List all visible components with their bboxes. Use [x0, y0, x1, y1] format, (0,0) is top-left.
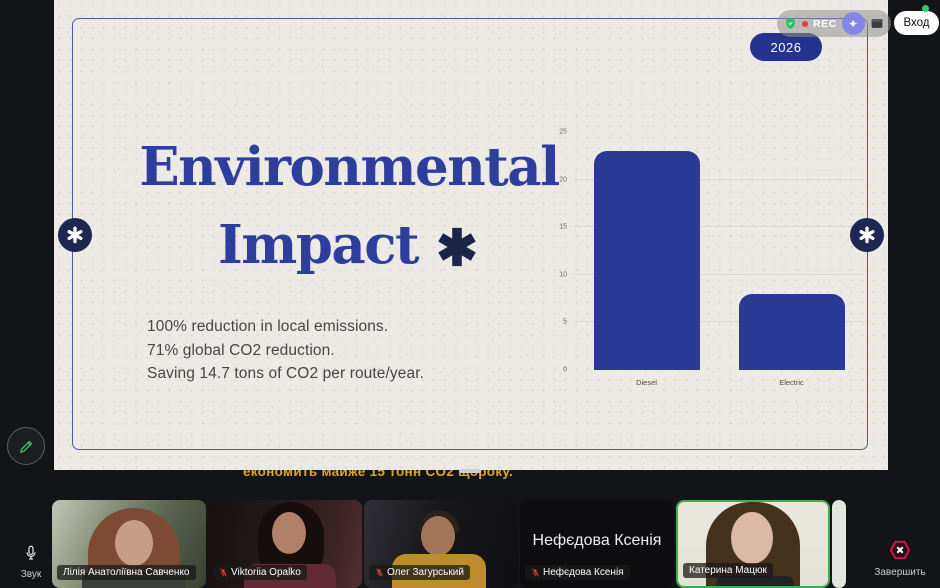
- mic-icon: [26, 545, 36, 560]
- slide-title: Environmental Impact: [82, 128, 616, 285]
- clapperboard-icon[interactable]: [870, 17, 884, 30]
- person-silhouette: [115, 520, 153, 566]
- participant-name-label: Нефєдова Ксенія: [525, 565, 630, 580]
- chart-x-labels: Diesel Electric: [574, 374, 864, 388]
- participant-name-label: Олег Загурський: [369, 565, 470, 580]
- asterisk-medallion-right: [850, 218, 884, 252]
- panel-drag-handle[interactable]: [459, 469, 481, 473]
- participant-tile[interactable]: Олег Загурський: [364, 500, 518, 588]
- year-badge: 2026: [750, 33, 822, 61]
- mic-control[interactable]: Звук: [8, 543, 54, 580]
- video-strip: Лілія Анатоліївна Савченко Viktoriia Opa…: [52, 500, 846, 588]
- mic-label: Звук: [20, 569, 42, 580]
- x-label-electric: Electric: [779, 378, 804, 387]
- participant-tile-partial[interactable]: [832, 500, 846, 588]
- slide-title-line2: Impact: [82, 206, 616, 284]
- sparkle-ai-button[interactable]: ✦: [841, 12, 865, 35]
- bullet-line: Saving 14.7 tons of CO2 per route/year.: [147, 365, 425, 382]
- recording-status-pill: REC ✦: [777, 10, 891, 37]
- login-button[interactable]: Вход: [894, 11, 939, 35]
- meeting-window: 2026 Environmental Impact 100% reduction…: [0, 0, 940, 588]
- shield-icon[interactable]: [784, 17, 797, 30]
- camera-off-display-name: Нефєдова Ксенія: [532, 532, 662, 549]
- asterisk-icon: [859, 226, 875, 244]
- year-badge-label: 2026: [770, 39, 802, 55]
- bullet-line: 71% global CO2 reduction.: [147, 341, 335, 359]
- mic-off-icon: [376, 568, 383, 577]
- participant-tile[interactable]: Лілія Анатоліївна Савченко: [52, 500, 206, 588]
- screen-share-slide: 2026 Environmental Impact 100% reduction…: [54, 0, 888, 470]
- bar-electric: [738, 293, 845, 370]
- rec-label: REC: [813, 17, 837, 30]
- emissions-bar-chart: 0 5 10 15 20 25 Diesel Electric: [550, 124, 872, 388]
- mic-off-icon: [220, 568, 227, 577]
- end-call-label: Завершить: [874, 567, 926, 578]
- x-label-diesel: Diesel: [636, 378, 657, 387]
- person-silhouette: [421, 516, 455, 556]
- participant-tile[interactable]: Нефєдова Ксенія Нефєдова Ксенія: [520, 500, 674, 588]
- bullet-line: 100% reduction in local emissions.: [147, 318, 389, 335]
- participant-name-label: Viktoriia Opalko: [213, 565, 307, 580]
- rec-dot-icon: [802, 20, 808, 27]
- pencil-icon: [19, 440, 32, 453]
- bar-slot: [574, 132, 719, 370]
- participant-tile[interactable]: Viktoriia Opalko: [208, 500, 362, 588]
- person-silhouette: [731, 512, 773, 564]
- bar-diesel: [593, 151, 700, 370]
- annotate-pencil-button[interactable]: [7, 427, 45, 465]
- asterisk-medallion-left: [58, 218, 92, 252]
- asterisk-icon: [67, 226, 83, 244]
- chart-plot: [574, 132, 864, 370]
- bar-slot: [719, 132, 864, 370]
- person-silhouette: [272, 512, 306, 554]
- asterisk-icon: [438, 228, 476, 267]
- slide-bullet-list: 100% reduction in local emissions. 71% g…: [147, 315, 424, 386]
- chart-y-axis: 0 5 10 15 20 25: [559, 128, 567, 374]
- mic-off-icon: [532, 568, 539, 577]
- participant-name-label: Катерина Мацюк: [683, 563, 773, 578]
- connection-status-dot: [922, 5, 929, 12]
- end-call-hexagon-icon: [889, 540, 911, 560]
- participant-tile-active-speaker[interactable]: Катерина Мацюк: [676, 500, 830, 588]
- slide-title-line1: Environmental: [139, 136, 560, 198]
- participant-name-label: Лілія Анатоліївна Савченко: [57, 565, 196, 580]
- end-call-control[interactable]: Завершить: [866, 539, 934, 578]
